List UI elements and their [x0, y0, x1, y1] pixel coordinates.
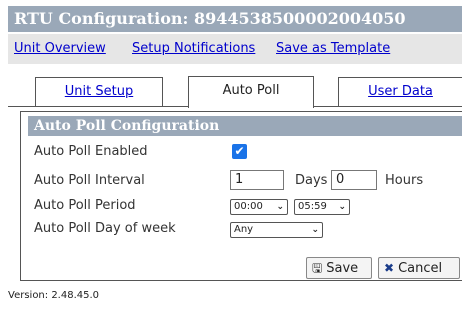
floppy-disk-icon: 🖫	[312, 261, 323, 275]
period-start-value: 00:00	[234, 201, 263, 212]
day-of-week-select[interactable]: Any ⌄	[230, 222, 323, 238]
tab-user-data[interactable]: User Data	[338, 77, 462, 107]
unit-links-bar: Unit Overview Setup Notifications Save a…	[8, 34, 462, 64]
chevron-down-icon: ⌄	[311, 225, 319, 235]
setup-notifications-link[interactable]: Setup Notifications	[132, 41, 255, 56]
panel-title: Auto Poll Configuration	[28, 116, 462, 136]
auto-poll-interval-label: Auto Poll Interval	[34, 173, 145, 188]
auto-poll-panel	[20, 111, 462, 281]
auto-poll-period-label: Auto Poll Period	[34, 198, 136, 213]
chevron-down-icon: ⌄	[338, 202, 346, 212]
tab-user-data-label: User Data	[368, 84, 433, 99]
auto-poll-enabled-checkbox[interactable]: ✔	[232, 144, 247, 159]
auto-poll-day-label: Auto Poll Day of week	[34, 221, 176, 236]
page-title: RTU Configuration: 89445385000020040​50	[8, 6, 462, 32]
tab-bar: Unit Setup Auto Poll User Data	[8, 64, 462, 112]
tab-unit-setup-label: Unit Setup	[64, 84, 134, 99]
interval-days-input[interactable]: 1	[230, 170, 284, 190]
period-end-value: 05:59	[298, 201, 327, 212]
chevron-down-icon: ⌄	[276, 202, 284, 212]
auto-poll-enabled-label: Auto Poll Enabled	[34, 144, 148, 159]
day-of-week-value: Any	[234, 224, 254, 235]
checkmark-icon: ✔	[234, 144, 245, 158]
x-icon: ✖	[384, 261, 395, 275]
period-end-select[interactable]: 05:59 ⌄	[294, 199, 350, 215]
tab-auto-poll-label: Auto Poll	[222, 83, 280, 98]
save-button-label: Save	[326, 261, 359, 276]
period-start-select[interactable]: 00:00 ⌄	[230, 199, 288, 215]
interval-hours-unit: Hours	[385, 173, 424, 188]
interval-days-unit: Days	[295, 173, 328, 188]
save-button[interactable]: 🖫 Save	[306, 257, 372, 279]
cancel-button[interactable]: ✖ Cancel	[378, 257, 460, 279]
save-as-template-link[interactable]: Save as Template	[276, 41, 390, 56]
unit-overview-link[interactable]: Unit Overview	[14, 41, 106, 56]
tab-unit-setup[interactable]: Unit Setup	[35, 77, 163, 107]
tab-auto-poll[interactable]: Auto Poll	[188, 76, 314, 108]
interval-hours-input[interactable]: 0	[331, 170, 377, 190]
cancel-button-label: Cancel	[398, 261, 443, 276]
version-text: Version: 2.48.45.0	[8, 290, 100, 301]
